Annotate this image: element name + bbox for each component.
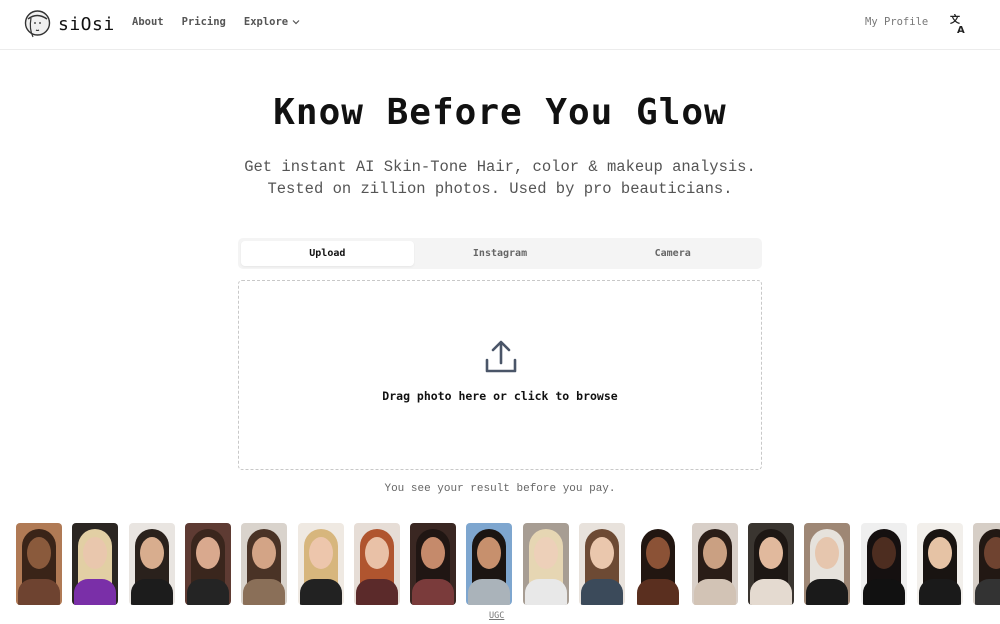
- thumbnail-face: [759, 537, 783, 569]
- chevron-down-icon: [292, 20, 300, 25]
- nav-explore[interactable]: Explore: [244, 16, 300, 28]
- thumbnail-body: [694, 579, 736, 605]
- thumbnail-body: [131, 579, 173, 605]
- photo-dropzone[interactable]: Drag photo here or click to browse: [238, 280, 762, 470]
- thumbnail-face: [703, 537, 727, 569]
- thumbnail-body: [750, 579, 792, 605]
- thumbnail-face: [646, 537, 670, 569]
- logo-icon: [24, 10, 51, 38]
- thumbnail-face: [83, 537, 107, 569]
- thumbnail-body: [581, 579, 623, 605]
- thumbnail-body: [637, 579, 679, 605]
- pay-note: You see your result before you pay.: [384, 483, 616, 495]
- thumbnail-body: [243, 579, 285, 605]
- thumbnail-face: [196, 537, 220, 569]
- example-photo-thumbnail[interactable]: [973, 523, 1000, 605]
- thumbnail-body: [525, 579, 567, 605]
- thumbnail-face: [815, 537, 839, 569]
- tab-camera[interactable]: Camera: [586, 241, 759, 266]
- example-photo-thumbnail[interactable]: [466, 523, 512, 605]
- logo-text: siOsi: [58, 14, 115, 35]
- thumbnail-body: [18, 579, 60, 605]
- thumbnail-face: [252, 537, 276, 569]
- translate-icon[interactable]: 文 A: [950, 14, 968, 34]
- thumbnail-face: [477, 537, 501, 569]
- logo[interactable]: siOsi: [24, 9, 115, 40]
- tab-upload[interactable]: Upload: [241, 241, 414, 266]
- thumbnail-body: [74, 579, 116, 605]
- example-photo-thumbnail[interactable]: [804, 523, 850, 605]
- thumbnail-face: [590, 537, 614, 569]
- thumbnail-face: [309, 537, 333, 569]
- my-profile-link[interactable]: My Profile: [865, 16, 928, 28]
- example-photo-thumbnail[interactable]: [16, 523, 62, 605]
- thumbnail-face: [928, 537, 952, 569]
- thumbnail-body: [975, 579, 1000, 605]
- top-header: siOsi About Pricing Explore My Profile 文…: [0, 0, 1000, 50]
- thumbnail-face: [534, 537, 558, 569]
- example-photo-thumbnail[interactable]: [410, 523, 456, 605]
- upload-icon: [485, 340, 517, 373]
- thumbnail-face: [872, 537, 896, 569]
- example-photo-thumbnail[interactable]: [354, 523, 400, 605]
- hero-title: Know Before You Glow: [273, 92, 727, 133]
- main-nav: About Pricing Explore: [132, 16, 300, 28]
- thumbnail-body: [806, 579, 848, 605]
- example-photo-thumbnail[interactable]: [185, 523, 231, 605]
- example-photo-thumbnail[interactable]: [917, 523, 963, 605]
- nav-explore-label: Explore: [243, 16, 289, 28]
- example-photo-thumbnail[interactable]: [861, 523, 907, 605]
- hero-subtitle-line-1: Get instant AI Skin-Tone Hair, color & m…: [244, 158, 756, 176]
- example-photo-thumbnail[interactable]: [692, 523, 738, 605]
- tab-instagram[interactable]: Instagram: [414, 241, 587, 266]
- nav-pricing-label: Pricing: [181, 16, 226, 28]
- example-photo-thumbnail[interactable]: [72, 523, 118, 605]
- nav-about-label: About: [132, 16, 164, 28]
- thumbnail-body: [356, 579, 398, 605]
- hero-subtitle-line-2: Tested on zillion photos. Used by pro be…: [267, 180, 733, 198]
- example-photo-thumbnail[interactable]: [523, 523, 569, 605]
- example-photo-thumbnail[interactable]: [579, 523, 625, 605]
- thumbnail-face: [365, 537, 389, 569]
- thumbnail-body: [919, 579, 961, 605]
- thumbnail-body: [187, 579, 229, 605]
- example-photo-thumbnail[interactable]: [241, 523, 287, 605]
- example-photo-thumbnail[interactable]: [635, 523, 681, 605]
- thumbnail-body: [300, 579, 342, 605]
- thumbnail-face: [27, 537, 51, 569]
- example-photos-strip: [0, 523, 1000, 606]
- thumbnail-body: [468, 579, 510, 605]
- dropzone-text: Drag photo here or click to browse: [382, 389, 618, 403]
- thumbnail-face: [421, 537, 445, 569]
- ugc-link[interactable]: UGC: [489, 611, 504, 621]
- nav-about[interactable]: About: [132, 16, 164, 28]
- svg-text:A: A: [957, 25, 965, 34]
- thumbnail-body: [412, 579, 454, 605]
- thumbnail-body: [863, 579, 905, 605]
- example-photo-thumbnail[interactable]: [748, 523, 794, 605]
- thumbnail-face: [140, 537, 164, 569]
- example-photo-thumbnail[interactable]: [298, 523, 344, 605]
- example-photo-thumbnail[interactable]: [129, 523, 175, 605]
- source-tabs: Upload Instagram Camera: [238, 238, 762, 269]
- nav-pricing[interactable]: Pricing: [182, 16, 226, 28]
